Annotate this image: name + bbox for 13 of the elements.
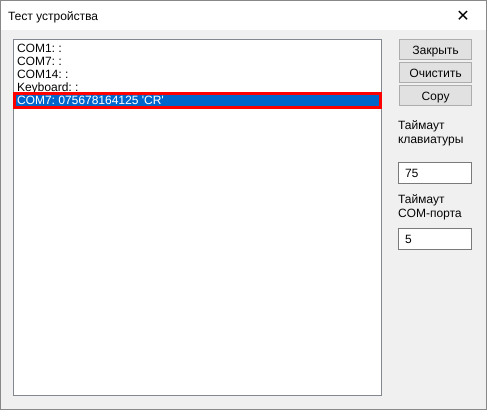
action-button[interactable]: Очистить bbox=[399, 62, 472, 83]
field-label: Таймаут COM-порта bbox=[398, 192, 463, 220]
log-item[interactable]: COM1: : bbox=[15, 42, 380, 55]
action-button[interactable]: Закрыть bbox=[399, 39, 472, 60]
log-item[interactable]: Keyboard: : bbox=[15, 81, 380, 94]
timeout-input[interactable]: 75 bbox=[398, 162, 472, 184]
action-button[interactable]: Copy bbox=[399, 85, 472, 106]
timeout-input[interactable]: 5 bbox=[398, 228, 472, 250]
log-item[interactable]: COM7: 075678164125 'CR' bbox=[15, 94, 380, 107]
field-label: Таймаут клавиатуры bbox=[398, 118, 464, 146]
window-title: Тест устройства bbox=[8, 8, 98, 22]
log-item[interactable]: COM7: : bbox=[15, 55, 380, 68]
log-item[interactable]: COM14: : bbox=[15, 68, 380, 81]
